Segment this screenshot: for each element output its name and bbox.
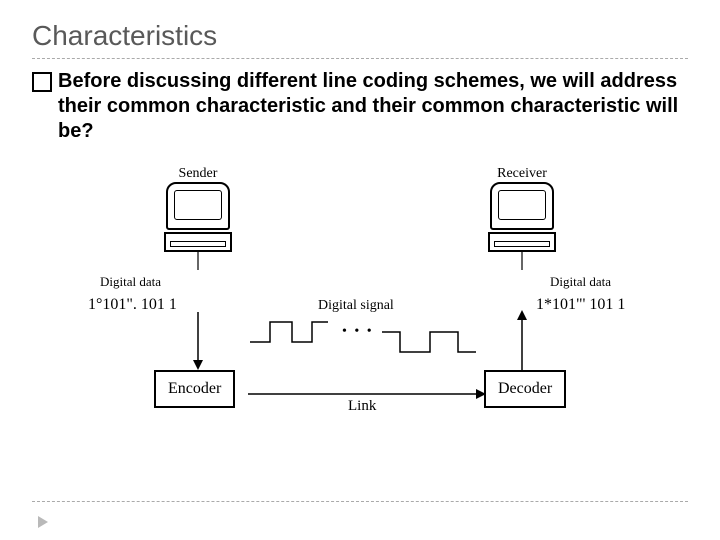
encoder-label: Encoder bbox=[168, 380, 221, 398]
body-text: Before discussing different line coding … bbox=[58, 69, 688, 144]
bits-right-text: 1*101"' 101 1 bbox=[536, 296, 625, 314]
slide: Characteristics Before discussing differ… bbox=[0, 0, 720, 540]
encoder-box: Encoder bbox=[154, 370, 235, 408]
title-divider bbox=[32, 58, 688, 59]
page-title: Characteristics bbox=[32, 20, 688, 52]
signal-ellipsis: • • • bbox=[342, 324, 374, 340]
link-label: Link bbox=[348, 398, 376, 415]
digital-data-right-label: Digital data bbox=[550, 274, 611, 290]
footer-divider bbox=[32, 501, 688, 502]
decoder-label: Decoder bbox=[498, 380, 552, 398]
digital-data-left-label: Digital data bbox=[100, 274, 161, 290]
bullet-icon bbox=[32, 72, 52, 92]
footer-marker-icon bbox=[38, 516, 48, 528]
digital-signal-label: Digital signal bbox=[318, 298, 394, 314]
body-bullet: Before discussing different line coding … bbox=[32, 69, 688, 144]
bits-left-text: 1°101". 101 1 bbox=[88, 296, 177, 314]
diagram-connectors-icon bbox=[80, 164, 640, 464]
line-coding-diagram: Sender Receiver bbox=[80, 164, 640, 464]
decoder-box: Decoder bbox=[484, 370, 566, 408]
